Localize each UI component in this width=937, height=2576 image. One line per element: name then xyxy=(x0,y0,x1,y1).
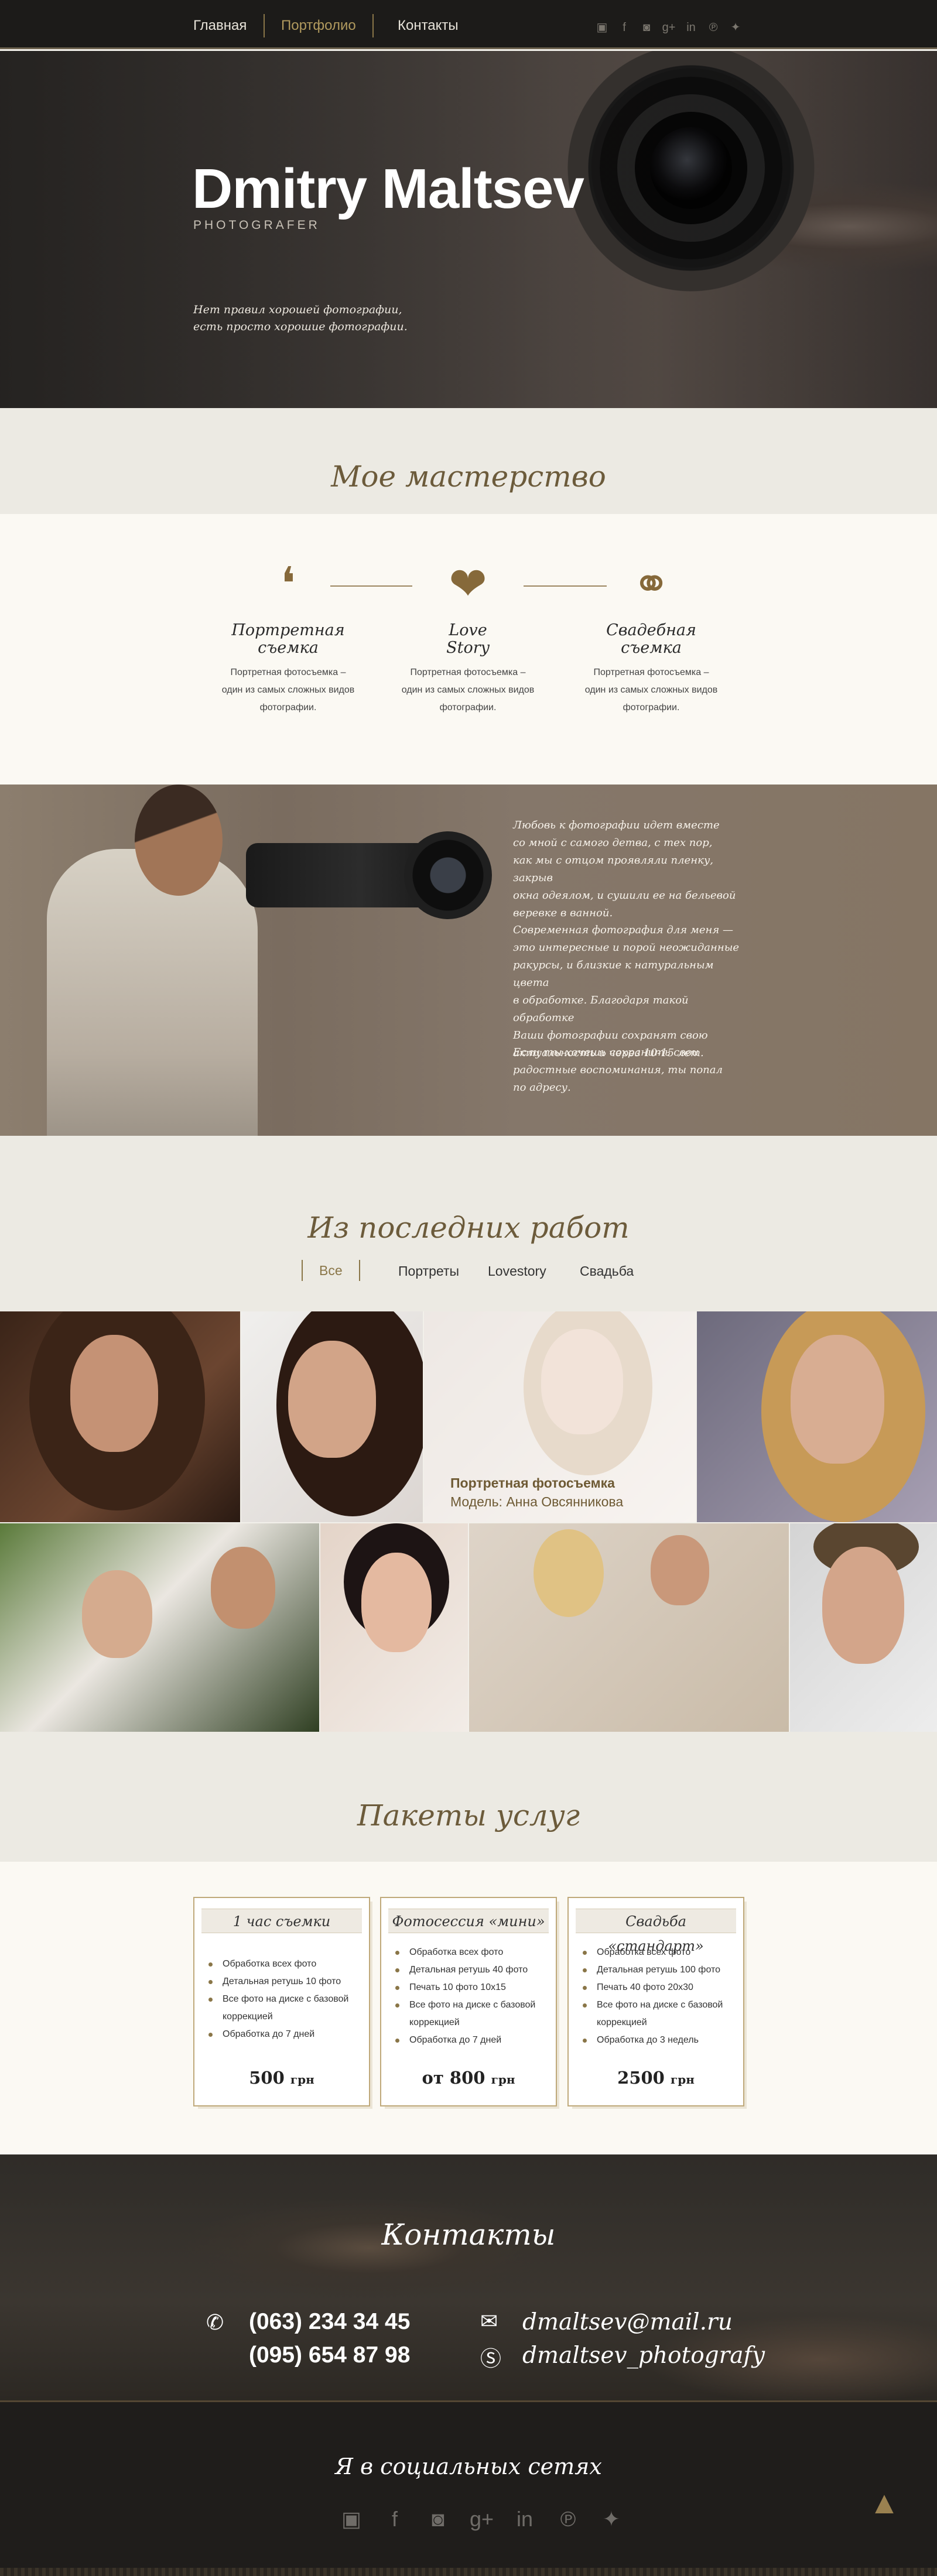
social-title: Я в социальных сетях xyxy=(335,2454,602,2479)
phone-number-2[interactable]: (095) 654 87 98 xyxy=(249,2342,410,2368)
package-price: от 800 грн xyxy=(422,2068,515,2088)
hero-subtitle: PHOTOGRAFER xyxy=(193,218,320,232)
skill-portrait: ❛ Портретная съемка Портретная фотосъемк… xyxy=(200,557,376,717)
package-card[interactable]: Фотосессия «мини» Обработка всех фото Де… xyxy=(380,1897,557,2106)
email-link[interactable]: dmaltsev@mail.ru xyxy=(522,2309,733,2335)
hero-quote: Нет правил хорошей фотографии, есть прос… xyxy=(193,303,408,333)
googleplus-icon[interactable]: g+ xyxy=(662,21,676,34)
pinterest-icon[interactable]: ℗ xyxy=(556,2508,580,2531)
linkedin-icon[interactable]: in xyxy=(513,2508,536,2531)
package-price: 2500 грн xyxy=(617,2068,695,2088)
about-paragraph-3: Если ты хочешь сохранить свои радостные … xyxy=(513,1046,723,1094)
envelope-icon: ✉ xyxy=(480,2309,498,2333)
skype-icon: Ⓢ xyxy=(480,2347,502,2371)
hero-title: Dmitry Maltsev xyxy=(192,157,584,220)
about-paragraph-2: Современная фотография для меня — это ин… xyxy=(513,924,740,1059)
pinterest-icon[interactable]: ℗ xyxy=(706,21,720,34)
contacts-title: Контакты xyxy=(381,2218,556,2252)
phone-icon: ✆ xyxy=(206,2310,224,2334)
filter-all[interactable]: Все xyxy=(302,1260,360,1281)
portfolio-filters: Все Портреты Lovestory Свадьба xyxy=(0,1260,937,1283)
portfolio-image[interactable] xyxy=(0,1311,240,1522)
instagram-icon[interactable]: ◙ xyxy=(640,21,654,34)
vk-icon[interactable]: ▣ xyxy=(595,21,609,34)
camera-lens-image xyxy=(404,831,492,919)
package-title: 1 час съемки xyxy=(201,1909,362,1933)
linkedin-icon[interactable]: in xyxy=(684,21,698,34)
scroll-to-top-icon[interactable]: ▲ xyxy=(868,2487,901,2519)
overlay-category: Портретная фотосъемка xyxy=(450,1475,615,1491)
top-navigation-bar: Главная Портфолио Контакты ▣ f ◙ g+ in ℗… xyxy=(0,0,937,49)
rings-icon: ⚭ xyxy=(632,558,671,609)
portfolio-image[interactable] xyxy=(241,1311,423,1522)
about-paragraph-1: Любовь к фотографии идет вместе со мной … xyxy=(513,819,736,919)
package-features: Обработка всех фото Детальная ретушь 40 … xyxy=(393,1944,546,2049)
hearts-icon: ❤ xyxy=(449,558,487,609)
filter-portraits[interactable]: Портреты xyxy=(398,1263,459,1279)
photographer-head xyxy=(135,785,223,896)
skills-section-title: Мое мастерство xyxy=(331,460,606,494)
portfolio-image-hover[interactable]: Портретная фотосъемка Модель: Анна Овсян… xyxy=(424,1311,696,1522)
skill-title: Свадебная съемка xyxy=(606,621,696,657)
phone-number-1[interactable]: (063) 234 34 45 xyxy=(249,2309,410,2335)
contacts-section: Контакты ✆ (063) 234 34 45 (095) 654 87 … xyxy=(0,2154,937,2400)
hero-section xyxy=(0,51,937,408)
package-features: Обработка всех фото Детальная ретушь 100… xyxy=(580,1944,734,2049)
skill-wedding: ⚭ Свадебная съемка Портретная фотосъемка… xyxy=(563,557,739,717)
facebook-icon[interactable]: f xyxy=(617,21,631,34)
package-card[interactable]: Свадьба «стандарт» Обработка всех фото Д… xyxy=(567,1897,744,2106)
skill-description: Портретная фотосъемка – один из самых сл… xyxy=(221,667,355,712)
top-social-links: ▣ f ◙ g+ in ℗ ✦ xyxy=(595,21,743,34)
instagram-icon[interactable]: ◙ xyxy=(426,2508,450,2531)
portfolio-image[interactable] xyxy=(469,1523,789,1732)
facebook-icon[interactable]: f xyxy=(383,2508,406,2531)
googleplus-icon[interactable]: g+ xyxy=(470,2508,494,2531)
filter-lovestory[interactable]: Lovestory xyxy=(488,1263,546,1279)
vk-icon[interactable]: ▣ xyxy=(340,2508,363,2531)
skill-description: Портретная фотосъемка – один из самых сл… xyxy=(401,667,535,712)
speech-bubble-icon: ❛ xyxy=(281,558,296,609)
package-features: Обработка всех фото Детальная ретушь 10 … xyxy=(206,1955,360,2043)
skill-description: Портретная фотосъемка – один из самых сл… xyxy=(584,667,718,712)
nav-home-link[interactable]: Главная xyxy=(193,18,247,34)
skill-title: Портретная съемка xyxy=(231,621,345,657)
skill-title: Love Story xyxy=(446,621,490,657)
works-section-title: Из последних работ xyxy=(307,1211,630,1245)
photographer-image xyxy=(47,849,258,1136)
footer-social-links: ▣ f ◙ g+ in ℗ ✦ xyxy=(340,2508,623,2531)
twitter-icon[interactable]: ✦ xyxy=(729,21,743,34)
footer-social: Я в социальных сетях ▣ f ◙ g+ in ℗ ✦ xyxy=(0,2400,937,2576)
portfolio-image[interactable] xyxy=(0,1523,319,1732)
skype-link[interactable]: dmaltsev_photografy xyxy=(522,2342,765,2369)
portfolio-image[interactable] xyxy=(697,1311,937,1522)
nav-contacts-link[interactable]: Контакты xyxy=(398,18,459,34)
portfolio-image[interactable] xyxy=(790,1523,937,1732)
twitter-icon[interactable]: ✦ xyxy=(600,2508,623,2531)
filter-wedding[interactable]: Свадьба xyxy=(580,1263,634,1279)
about-section xyxy=(0,785,937,1136)
nav-portfolio-link[interactable]: Портфолио xyxy=(264,14,374,37)
packages-section-title: Пакеты услуг xyxy=(357,1799,580,1832)
package-price: 500 грн xyxy=(249,2068,314,2088)
overlay-model: Модель: Анна Овсянникова xyxy=(450,1494,624,1509)
package-title: Фотосессия «мини» xyxy=(388,1909,549,1933)
package-title: Свадьба «стандарт» xyxy=(576,1909,736,1954)
package-card[interactable]: 1 час съемки Обработка всех фото Детальн… xyxy=(193,1897,370,2106)
packages-header-band xyxy=(0,1732,937,1862)
skill-love-story: ❤ Love Story Портретная фотосъемка – оди… xyxy=(380,557,556,717)
portfolio-image[interactable] xyxy=(320,1523,468,1732)
